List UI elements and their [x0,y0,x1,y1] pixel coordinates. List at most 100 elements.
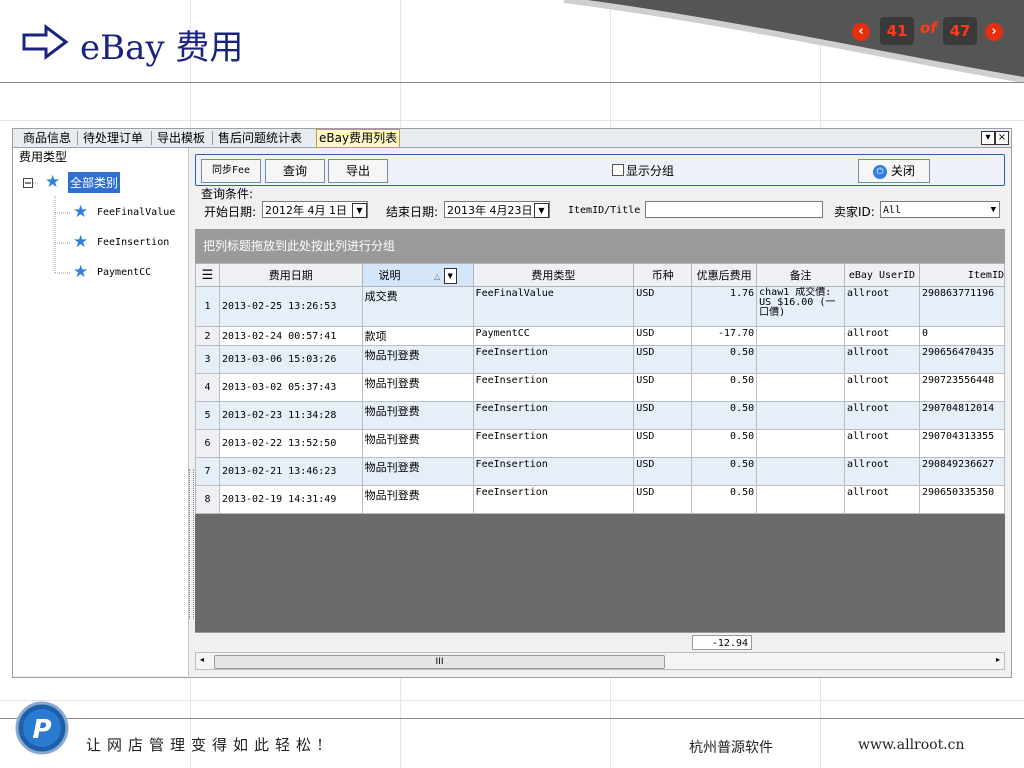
next-slide-button[interactable]: › [985,23,1003,41]
footer-site[interactable]: www.allroot.cn [858,737,965,753]
fee-cell: -17.70 [691,326,758,346]
fee-date-cell: 2013-03-02 05:37:43 [218,373,363,402]
column-header[interactable]: 费用日期 [218,263,363,287]
tree-item-paymentcc[interactable]: PaymentCC [97,267,151,278]
table-row[interactable]: 1 2013-02-25 13:26:53 成交费 FeeFinalValue … [195,286,1006,327]
star-icon: ★ [73,232,89,252]
chevron-down-icon[interactable]: ▼ [352,203,367,218]
arrow-right-icon [22,24,69,60]
column-header-sorted[interactable]: 说明 △ ▼ [361,263,474,287]
scroll-right-icon[interactable]: ▸ [996,655,1000,664]
toolbar: 同步Fee 查询 导出 显示分组 ⏻ 关闭 [195,154,1005,186]
description-cell: 款项 [361,326,474,346]
fee-type-cell: FeeInsertion [472,429,635,458]
power-icon: ⏻ [873,164,888,179]
column-chooser-button[interactable]: ☰ [195,263,220,287]
item-id-cell: 290650335350 [918,485,1006,514]
table-row[interactable]: 8 2013-02-19 14:31:49 物品刊登费 FeeInsertion… [195,485,1006,514]
fee-date-cell: 2013-02-19 14:31:49 [218,485,363,514]
query-button[interactable]: 查询 [265,159,325,183]
column-header[interactable]: 备注 [756,263,845,287]
fee-date-cell: 2013-02-22 13:52:50 [218,429,363,458]
tab-separator [151,131,152,145]
item-id-cell: 290656470435 [918,345,1006,374]
table-row[interactable]: 7 2013-02-21 13:46:23 物品刊登费 FeeInsertion… [195,457,1006,486]
seller-id-label: 卖家ID: [834,205,875,219]
user-id-cell: allroot [843,326,920,346]
footer-rule [0,718,1024,719]
itemid-title-input[interactable] [645,201,823,218]
memo-cell [756,457,845,486]
column-header-label: 说明 [378,268,401,282]
export-button[interactable]: 导出 [328,159,388,183]
end-date-picker[interactable]: 2013年 4月23日 ▼ [444,201,550,218]
tab-ebay-fee-list[interactable]: eBay费用列表 [316,129,401,148]
tab-pending-orders[interactable]: 待处理订单 [81,130,145,146]
tab-bar: 商品信息 待处理订单 导出模板 售后问题统计表 eBay费用列表 ▾ × [13,129,1011,148]
horizontal-scrollbar[interactable]: ◂ III ▸ [195,652,1005,670]
column-header[interactable]: 币种 [633,263,693,287]
sync-fee-button[interactable]: 同步Fee [201,159,261,183]
table-row[interactable]: 4 2013-03-02 05:37:43 物品刊登费 FeeInsertion… [195,373,1006,402]
user-id-cell: allroot [843,345,920,374]
user-id-cell: allroot [843,429,920,458]
memo-cell [756,485,845,514]
table-row[interactable]: 2 2013-02-24 00:57:41 款项 PaymentCC USD -… [195,326,1006,346]
table-header: ☰ 费用日期 说明 △ ▼ 费用类型 币种 优惠后费用 备注 eBay User… [195,263,1006,287]
description-cell: 物品刊登费 [361,401,474,430]
item-id-cell: 290723556448 [918,373,1006,402]
table-row[interactable]: 6 2013-02-22 13:52:50 物品刊登费 FeeInsertion… [195,429,1006,458]
start-date-label: 开始日期: [204,205,257,219]
tab-product-info[interactable]: 商品信息 [21,130,73,146]
seller-id-select[interactable]: All ▼ [880,201,1000,218]
currency-cell: USD [633,457,693,486]
fee-cell: 0.50 [691,485,758,514]
prev-slide-button[interactable]: ‹ [852,23,870,41]
column-header[interactable]: 优惠后费用 [691,263,758,287]
table-row[interactable]: 5 2013-02-23 11:34:28 物品刊登费 FeeInsertion… [195,401,1006,430]
scroll-thumb[interactable]: III [214,655,665,669]
fee-type-cell: FeeInsertion [472,373,635,402]
column-header[interactable]: 费用类型 [472,263,635,287]
menu-icon: ☰ [201,267,214,283]
column-header[interactable]: eBay UserID [843,263,920,287]
tab-separator [212,131,213,145]
of-label: of [920,19,937,37]
currency-cell: USD [633,485,693,514]
description-cell: 物品刊登费 [361,373,474,402]
tree-item-all-categories[interactable]: 全部类别 [68,172,121,193]
tab-after-sales-stats[interactable]: 售后问题统计表 [216,130,304,146]
row-number: 5 [195,401,220,430]
scroll-left-icon[interactable]: ◂ [200,655,204,664]
group-drop-area[interactable]: 把列标题拖放到此处按此列进行分组 [195,229,1005,263]
table-row[interactable]: 3 2013-03-06 15:03:26 物品刊登费 FeeInsertion… [195,345,1006,374]
tree-item-feeinsertion[interactable]: FeeInsertion [97,237,169,248]
description-cell: 成交费 [361,286,474,327]
fee-grid: ☰ 费用日期 说明 △ ▼ 费用类型 币种 优惠后费用 备注 eBay User… [195,263,1006,632]
description-cell: 物品刊登费 [361,345,474,374]
chevron-down-icon[interactable]: ▼ [534,203,549,218]
fee-date-cell: 2013-02-24 00:57:41 [218,326,363,346]
close-window-button[interactable]: × [995,131,1009,145]
start-date-picker[interactable]: 2012年 4月 1日 ▼ [262,201,368,218]
user-id-cell: allroot [843,485,920,514]
tab-separator [77,131,78,145]
total-pages: 47 [943,17,977,45]
column-header[interactable]: ItemID [918,263,1006,287]
close-button[interactable]: ⏻ 关闭 [858,159,930,183]
row-number: 8 [195,485,220,514]
row-number: 1 [195,286,220,327]
memo-cell: chaw1 成交價: US $16.00 (一口價) [756,286,845,327]
chevron-down-icon[interactable]: ▼ [443,267,457,284]
show-group-checkbox[interactable] [612,164,624,176]
background-gridline [0,700,1024,701]
chevron-left-icon: ‹ [858,24,864,39]
user-id-cell: allroot [843,373,920,402]
fee-type-panel: 费用类型 ★ 全部类别 ★ FeeFinalValue ★ FeeInserti… [13,148,189,676]
tree-item-feefinalvalue[interactable]: FeeFinalValue [97,207,175,218]
close-label: 关闭 [890,164,915,178]
scroll-grip: III [435,657,444,667]
tab-export-template[interactable]: 导出模板 [155,130,207,146]
end-date-value: 2013年 4月23日 [447,204,533,217]
restore-button[interactable]: ▾ [981,131,995,145]
